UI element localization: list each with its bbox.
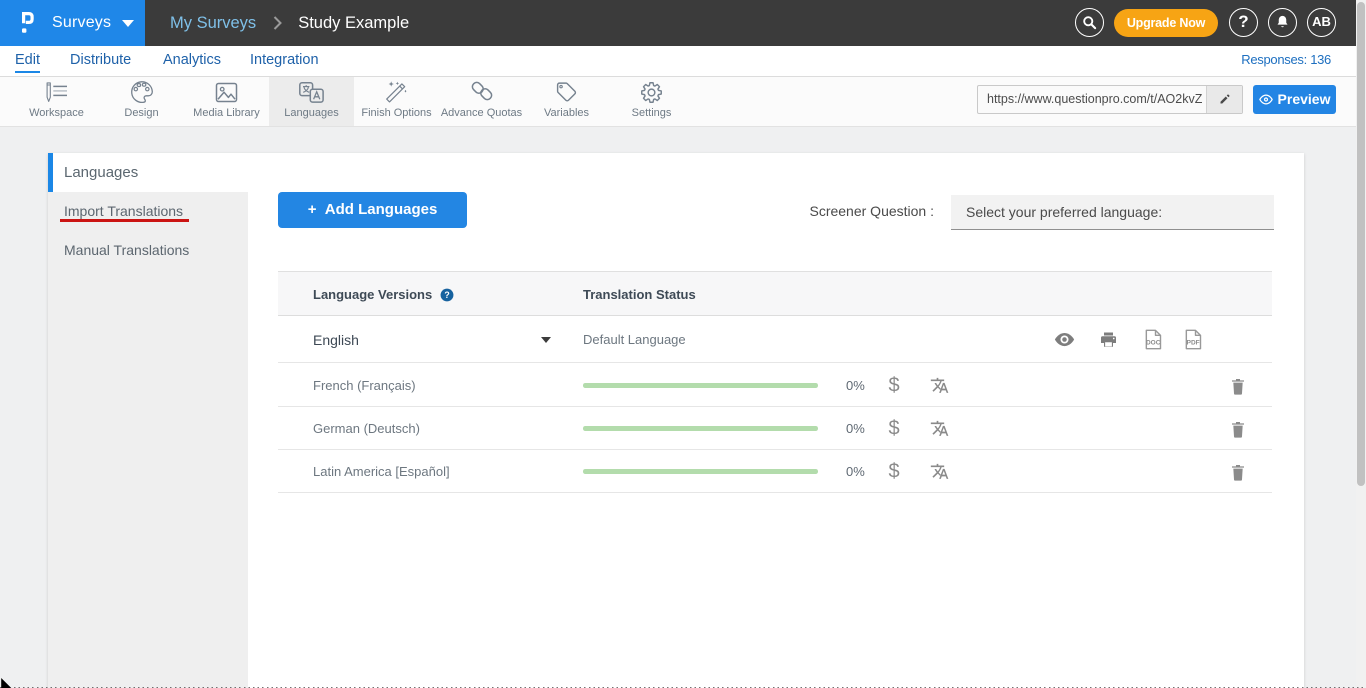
svg-text:PDF: PDF xyxy=(1187,340,1200,347)
svg-text:$: $ xyxy=(888,418,899,440)
svg-text:?: ? xyxy=(444,289,449,299)
svg-text:$: $ xyxy=(888,375,899,397)
svg-text:DOC: DOC xyxy=(1146,340,1161,347)
svg-text:$: $ xyxy=(888,461,899,483)
